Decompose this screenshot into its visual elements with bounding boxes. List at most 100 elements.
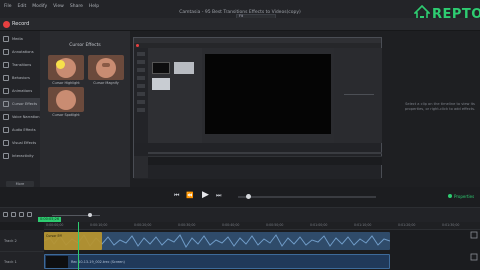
- tool-voice-narration[interactable]: Voice Narration: [0, 111, 40, 124]
- interactivity-icon: [3, 153, 9, 159]
- play-button[interactable]: ▶: [202, 190, 209, 200]
- next-icon[interactable]: ⏭: [216, 192, 221, 200]
- tool-cursor-effects[interactable]: Cursor Effects: [0, 98, 40, 111]
- previous-icon[interactable]: ⏮: [174, 192, 179, 200]
- record-icon: [136, 44, 139, 47]
- media-icon: [3, 36, 9, 42]
- track-2-header[interactable]: Track 2: [0, 230, 44, 252]
- panel-title: Cursor Effects: [69, 43, 101, 48]
- tool-label: Animations: [12, 89, 33, 93]
- ruler-tick: 0:00:30;00: [178, 223, 196, 227]
- cut-icon[interactable]: [19, 212, 24, 217]
- menu-help[interactable]: Help: [89, 4, 99, 9]
- ruler-tick: 0:01:30;00: [442, 223, 460, 227]
- track-1-header[interactable]: Track 1: [0, 252, 44, 270]
- tool-label: Annotations: [12, 50, 34, 54]
- tool-label: Media: [12, 37, 23, 41]
- effect-label: Cursor Magnify: [93, 81, 119, 85]
- audio-icon: [3, 127, 9, 133]
- cursor-effects-panel: Cursor Effects Cursor Highlight Cursor M…: [40, 31, 130, 187]
- tool-annotations[interactable]: Annotations: [0, 46, 40, 59]
- microphone-icon: [3, 114, 9, 120]
- clip-label: Rec 10-13-19_002.trec (Screen): [71, 260, 125, 264]
- ruler-tick: 0:00:40;00: [222, 223, 240, 227]
- record-icon[interactable]: [3, 21, 10, 28]
- effect-thumb-spotlight[interactable]: [48, 87, 84, 112]
- tool-behaviors[interactable]: Behaviors: [0, 72, 40, 85]
- magnify-icon: [102, 63, 110, 67]
- ruler-tick: 0:00:20;00: [134, 223, 152, 227]
- effect-label: Cursor Spotlight: [52, 113, 80, 117]
- face-thumbnail: [56, 90, 76, 110]
- menu-view[interactable]: View: [53, 4, 64, 9]
- menu-list: File Edit Modify View Share Help: [4, 4, 99, 9]
- scrubber-knob[interactable]: [246, 194, 251, 199]
- tool-label: Visual Effects: [12, 141, 37, 145]
- properties-hint: Select a clip on the timeline to view it…: [404, 102, 476, 111]
- menu-edit[interactable]: Edit: [18, 4, 27, 9]
- rewind-icon[interactable]: ⏪: [186, 192, 193, 199]
- menu-modify[interactable]: Modify: [32, 4, 47, 9]
- clip-thumbnail: [46, 256, 68, 268]
- preview-scrubber[interactable]: [238, 194, 376, 199]
- tool-label: Cursor Effects: [12, 102, 38, 106]
- face-thumbnail: [96, 58, 116, 78]
- tool-audio-effects[interactable]: Audio Effects: [0, 124, 40, 137]
- ruler-tick: 0:00:10;00: [90, 223, 108, 227]
- properties-label: Properties: [454, 194, 475, 199]
- ruler-tick: 0:00:00;00: [46, 223, 64, 227]
- effect-clip-label: Cursor Eff: [46, 234, 62, 238]
- tool-label: Voice Narration: [12, 115, 40, 119]
- effect-thumb-highlight[interactable]: [48, 55, 84, 80]
- visual-effects-icon: [3, 140, 9, 146]
- tool-visual-effects[interactable]: Visual Effects: [0, 137, 40, 150]
- tool-animations[interactable]: Animations: [0, 85, 40, 98]
- inner-media-bin: [148, 48, 202, 143]
- timeline-zoom-slider[interactable]: [52, 215, 100, 216]
- ruler-tick: 0:00:50;00: [266, 223, 284, 227]
- menu-share[interactable]: Share: [70, 4, 83, 9]
- ruler-tick: 0:01:10;00: [354, 223, 372, 227]
- transitions-icon: [3, 62, 9, 68]
- time-ruler[interactable]: 0:00:00;00 0:00:10;00 0:00:20;00 0:00:30…: [44, 222, 480, 230]
- tool-label: Transitions: [12, 63, 32, 67]
- track-name: Track 2: [4, 239, 17, 243]
- properties-icon: [448, 194, 452, 198]
- ruler-tick: 0:01:00;00: [310, 223, 328, 227]
- effect-label: Cursor Highlight: [52, 81, 80, 85]
- undo-icon[interactable]: [3, 212, 8, 217]
- menu-file[interactable]: File: [4, 4, 12, 9]
- behaviors-icon: [3, 75, 9, 81]
- ruler-tick: 0:01:20;00: [398, 223, 416, 227]
- animations-icon: [3, 88, 9, 94]
- properties-button[interactable]: Properties: [448, 193, 476, 200]
- inner-preview: [205, 54, 331, 134]
- inner-timeline: [134, 143, 382, 179]
- screen-recording-clip[interactable]: Rec 10-13-19_002.trec (Screen): [44, 254, 390, 269]
- zoom-slider-knob[interactable]: [88, 213, 92, 217]
- effect-thumb-magnify[interactable]: [88, 55, 124, 80]
- cursor-icon: [3, 101, 9, 107]
- tool-rail: Media Annotations Transitions Behaviors …: [0, 31, 40, 187]
- recorded-screen-clip[interactable]: [133, 37, 382, 179]
- timeline-toolbar: 0:00:05;26: [0, 208, 480, 222]
- highlight-cursor-icon: [56, 60, 65, 69]
- record-bar: Record: [0, 18, 480, 31]
- cursor-effect-clip[interactable]: Cursor Eff: [44, 232, 102, 250]
- annotations-icon: [3, 49, 9, 55]
- track-options-icon[interactable]: [470, 230, 478, 270]
- tool-label: Interactivity: [12, 154, 34, 158]
- more-button[interactable]: More: [6, 181, 34, 187]
- menu-bar: File Edit Modify View Share Help Camtasi…: [0, 0, 480, 19]
- record-button[interactable]: Record: [12, 21, 29, 27]
- media-thumbnail: [174, 62, 194, 74]
- inner-properties: [334, 48, 382, 143]
- redo-icon[interactable]: [11, 212, 16, 217]
- copy-icon[interactable]: [27, 212, 32, 217]
- playhead[interactable]: [78, 222, 79, 270]
- tool-label: Behaviors: [12, 76, 30, 80]
- tool-media[interactable]: Media: [0, 33, 40, 46]
- tool-label: Audio Effects: [12, 128, 36, 132]
- tool-transitions[interactable]: Transitions: [0, 59, 40, 72]
- tool-interactivity[interactable]: Interactivity: [0, 150, 40, 163]
